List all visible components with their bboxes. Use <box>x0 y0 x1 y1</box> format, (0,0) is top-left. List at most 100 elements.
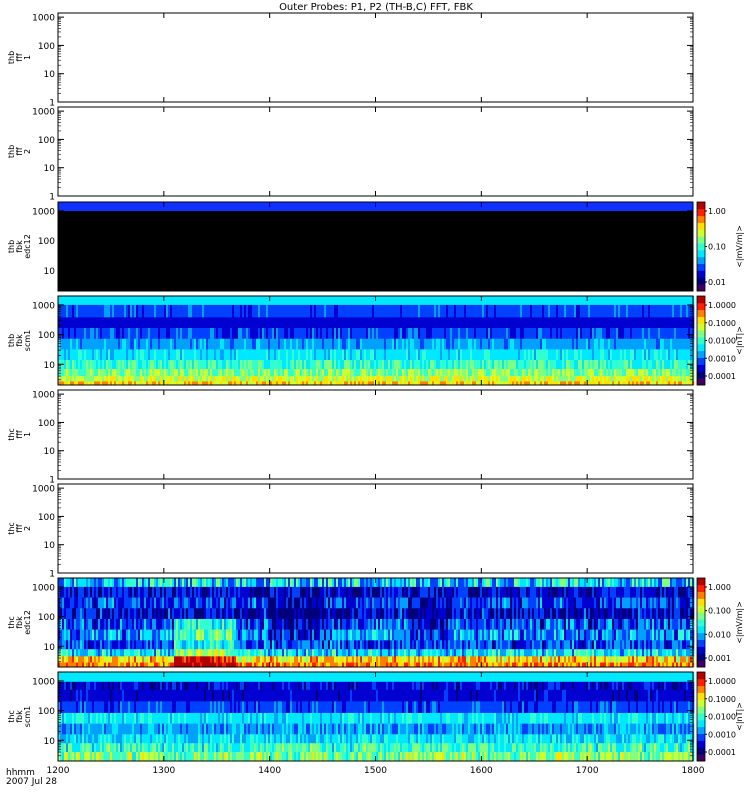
spectrogram-cell <box>316 317 319 329</box>
spectrogram-cell <box>624 338 627 350</box>
spectrogram-cell <box>248 360 251 370</box>
spectrogram-cell <box>190 317 193 329</box>
spectrogram-cell <box>240 597 243 609</box>
spectrogram-cell <box>180 578 183 588</box>
spectrogram-cell <box>552 304 555 318</box>
spectrogram-cell <box>580 360 583 370</box>
spectrogram-cell <box>304 656 307 663</box>
spectrogram-cell <box>128 586 131 598</box>
spectrogram-cell <box>276 656 279 663</box>
spectrogram-cell <box>92 376 95 382</box>
spectrogram-cell <box>240 296 243 306</box>
spectrogram-cell <box>654 360 657 370</box>
spectrogram-cell <box>270 649 273 657</box>
spectrogram-cell <box>198 317 201 329</box>
spectrogram-cell <box>230 618 233 630</box>
spectrogram-cell <box>118 656 121 663</box>
spectrogram-cell <box>496 376 499 382</box>
spectrogram-cell <box>322 376 325 382</box>
spectrogram-cell <box>598 368 601 377</box>
spectrogram-cell <box>260 597 263 609</box>
spectrogram-cell <box>368 376 371 382</box>
spectrogram-cell <box>228 349 231 361</box>
spectrogram-cell <box>294 608 297 620</box>
spectrogram-cell <box>660 304 663 318</box>
spectrogram-cell <box>508 304 511 318</box>
spectrogram-cell <box>472 296 475 306</box>
spectrogram-cell <box>530 317 533 329</box>
spectrogram-cell <box>158 608 161 620</box>
spectrogram-cell <box>290 608 293 620</box>
y-tick-label: 10 <box>44 447 56 457</box>
spectrogram-cell <box>108 328 111 340</box>
spectrogram-cell <box>206 360 209 370</box>
spectrogram-cell <box>330 328 333 340</box>
spectrogram-cell <box>328 368 331 377</box>
spectrogram-cell <box>220 629 223 641</box>
spectrogram-cell <box>128 578 131 588</box>
spectrogram-cell <box>298 376 301 382</box>
spectrogram-cell <box>534 304 537 318</box>
spectrogram-cell <box>274 629 277 641</box>
spectrogram-cell <box>242 629 245 641</box>
spectrogram-cell <box>346 368 349 377</box>
spectrogram-cell <box>148 338 151 350</box>
spectrogram-cell <box>592 304 595 318</box>
spectrogram-cell <box>198 368 201 377</box>
panel-frame <box>57 389 694 480</box>
spectrogram-cell <box>212 304 215 318</box>
spectrogram-cell <box>300 328 303 340</box>
spectrogram-cell <box>640 376 643 382</box>
spectrogram-cell <box>72 296 75 306</box>
spectrogram-cell <box>284 597 287 609</box>
spectrogram-cell <box>498 304 501 318</box>
spectrogram-cell <box>666 317 669 329</box>
spectrogram-cell <box>112 338 115 350</box>
spectrogram-cell <box>386 360 389 370</box>
spectrogram-cell <box>72 376 75 382</box>
spectrogram-cell <box>146 578 149 588</box>
spectrogram-cell <box>284 618 287 630</box>
spectrogram-cell <box>394 376 397 382</box>
spectrogram-cell <box>96 304 99 318</box>
spectrogram-cell <box>526 304 529 318</box>
spectrogram-cell <box>266 338 269 350</box>
spectrogram-cell <box>116 586 119 598</box>
spectrogram-cell <box>224 360 227 370</box>
spectrogram-cell <box>206 608 209 620</box>
spectrogram-cell <box>288 629 291 641</box>
spectrogram-cell <box>382 376 385 382</box>
spectrogram-cell <box>582 328 585 340</box>
spectrogram-cell <box>118 349 121 361</box>
spectrogram-cell <box>250 368 253 377</box>
spectrogram-cell <box>172 578 175 588</box>
spectrogram-cell <box>486 317 489 329</box>
spectrogram-cell <box>116 597 119 609</box>
spectrogram-cell <box>278 304 281 318</box>
spectrogram-cell <box>582 304 585 318</box>
spectrogram-cell <box>594 360 597 370</box>
spectrogram-cell <box>182 304 185 318</box>
spectrogram-cell <box>86 618 89 630</box>
spectrogram-cell <box>388 360 391 370</box>
spectrogram-cell <box>646 317 649 329</box>
spectrogram-cell <box>442 317 445 329</box>
spectrogram-cell <box>220 328 223 340</box>
spectrogram-cell <box>508 328 511 340</box>
spectrogram-cell <box>394 360 397 370</box>
spectrogram-cell <box>118 328 121 340</box>
spectrogram-cell <box>68 349 71 361</box>
spectrogram-cell <box>480 368 483 377</box>
spectrogram-cell <box>80 618 83 630</box>
spectrogram-cell <box>260 656 263 663</box>
spectrogram-cell <box>94 296 97 306</box>
spectrogram-cell <box>468 304 471 318</box>
spectrogram-cell <box>370 317 373 329</box>
spectrogram-cell <box>638 304 641 318</box>
spectrogram-cell <box>272 578 275 588</box>
spectrogram-cell <box>372 368 375 377</box>
spectrogram-cell <box>258 656 261 663</box>
spectrogram-cell <box>102 328 105 340</box>
spectrogram-cell <box>574 360 577 370</box>
spectrogram-cell <box>552 360 555 370</box>
